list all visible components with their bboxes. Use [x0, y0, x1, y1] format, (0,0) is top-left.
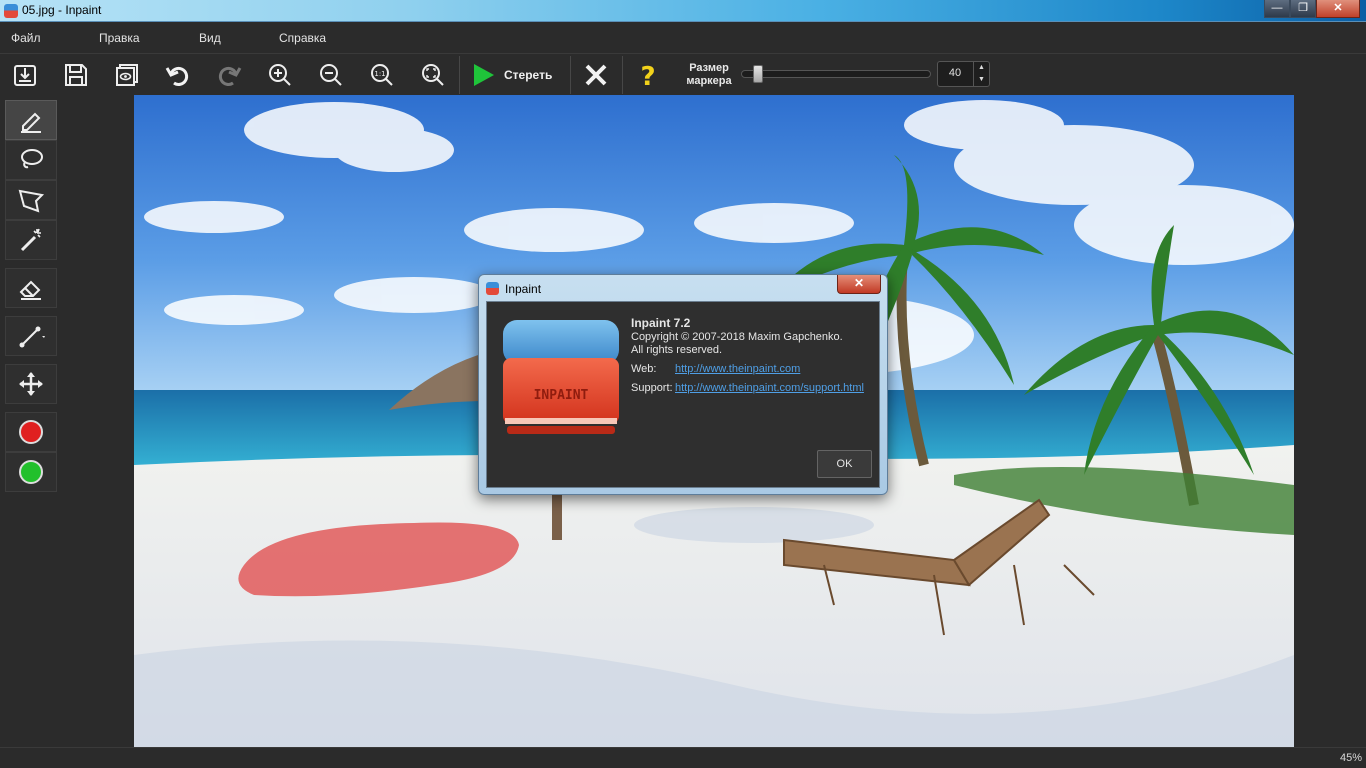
zoom-out-icon	[320, 64, 342, 86]
green-color-swatch	[19, 460, 43, 484]
zoom-actual-size-icon: 1:1	[371, 64, 393, 86]
logo-text: INPAINT	[533, 388, 589, 403]
move-arrows-icon	[19, 372, 43, 396]
cancel-button[interactable]	[579, 58, 613, 92]
close-button[interactable]: ✕	[1316, 0, 1360, 18]
web-link[interactable]: http://www.theinpaint.com	[675, 363, 800, 375]
undo-button[interactable]	[161, 58, 195, 92]
maximize-button[interactable]: ❐	[1290, 0, 1316, 18]
move-tool[interactable]	[5, 364, 57, 404]
copyright-text: Copyright © 2007-2018 Maxim Gapchenko.	[631, 331, 843, 343]
marker-tool[interactable]	[5, 100, 57, 140]
spin-arrows[interactable]: ▲ ▼	[973, 62, 989, 86]
menu-file[interactable]: Файл	[11, 31, 41, 45]
dialog-body: INPAINT Inpaint 7.2 Copyright © 2007-201…	[486, 301, 880, 488]
web-label: Web:	[631, 363, 657, 375]
zoom-out-button[interactable]	[314, 58, 348, 92]
product-name: Inpaint 7.2	[631, 316, 691, 330]
eraser-icon	[19, 280, 41, 300]
preview-button[interactable]	[110, 58, 144, 92]
redo-button[interactable]	[212, 58, 246, 92]
red-color-swatch	[19, 420, 43, 444]
green-mask-color[interactable]	[5, 452, 57, 492]
marker-size-slider[interactable]	[741, 65, 931, 83]
zoom-fit-icon	[422, 64, 444, 86]
line-icon	[19, 326, 45, 348]
title-bar: 05.jpg - Inpaint — ❐ ✕	[0, 0, 1366, 22]
pencil-icon	[21, 112, 41, 133]
svg-text:1:1: 1:1	[374, 70, 385, 78]
rights-text: All rights reserved.	[631, 344, 723, 356]
about-dialog: Inpaint ✕ INPAINT Inpaint 7.2 Copyright …	[478, 274, 888, 495]
minimize-button[interactable]: —	[1264, 0, 1290, 18]
zoom-actual-button[interactable]: 1:1	[365, 58, 399, 92]
dialog-title: Inpaint	[505, 282, 542, 296]
menu-bar: Файл Правка Вид Справка	[0, 23, 1366, 53]
marker-size-label-line1: Размер	[689, 62, 729, 74]
inpaint-logo	[503, 320, 619, 434]
marker-size-spinbox[interactable]: 40 ▲ ▼	[937, 61, 990, 87]
marker-size-label-line2: маркера	[686, 75, 732, 87]
ok-button[interactable]: OK	[817, 450, 872, 478]
help-button[interactable]: ?	[631, 58, 665, 92]
polygon-lasso-icon	[18, 189, 45, 213]
toolbar-separator	[459, 56, 460, 94]
erase-label: Стереть	[504, 68, 553, 82]
dialog-close-button[interactable]: ✕	[837, 275, 881, 294]
window-title: 05.jpg - Inpaint	[22, 3, 102, 17]
marker-size-value[interactable]: 40	[938, 67, 972, 79]
magic-wand-icon	[20, 228, 41, 252]
tool-panel	[0, 95, 62, 747]
polygon-lasso-tool[interactable]	[5, 180, 57, 220]
marker-size-label: Размер маркера	[682, 62, 736, 88]
dialog-app-icon	[486, 282, 499, 295]
menu-view[interactable]: Вид	[199, 31, 221, 45]
save-button[interactable]	[59, 58, 93, 92]
erase-button[interactable]: Стереть	[470, 58, 552, 92]
line-tool[interactable]	[5, 316, 57, 356]
spin-down-icon[interactable]: ▼	[974, 74, 989, 86]
magic-wand-tool[interactable]	[5, 220, 57, 260]
zoom-in-icon	[269, 64, 291, 86]
svg-text:?: ?	[640, 62, 655, 88]
menu-help[interactable]: Справка	[279, 31, 326, 45]
preview-icon	[116, 64, 138, 86]
slider-thumb[interactable]	[753, 65, 763, 83]
toolbar-separator	[622, 56, 623, 94]
zoom-fit-button[interactable]	[416, 58, 450, 92]
eraser-tool[interactable]	[5, 268, 57, 308]
undo-icon	[165, 67, 189, 86]
window-controls: — ❐ ✕	[1264, 0, 1360, 18]
cancel-x-icon	[585, 64, 607, 86]
menu-edit[interactable]: Правка	[99, 31, 140, 45]
open-icon	[14, 65, 36, 86]
spin-up-icon[interactable]: ▲	[974, 62, 989, 74]
toolbar-separator	[570, 56, 571, 94]
redo-icon	[218, 67, 242, 86]
toolbar: 1:1 Стереть ? Размер маркера 40 ▲ ▼	[0, 53, 1366, 95]
support-link[interactable]: http://www.theinpaint.com/support.html	[675, 382, 864, 394]
app-icon	[4, 4, 18, 18]
question-mark-icon: ?	[640, 62, 655, 88]
lasso-tool[interactable]	[5, 140, 57, 180]
open-button[interactable]	[8, 58, 42, 92]
red-mask-color[interactable]	[5, 412, 57, 452]
lasso-icon	[21, 149, 43, 169]
status-bar: 45%	[0, 747, 1366, 768]
play-icon	[474, 64, 494, 86]
zoom-level: 45%	[1339, 752, 1362, 764]
support-label: Support:	[631, 382, 673, 394]
zoom-in-button[interactable]	[263, 58, 297, 92]
save-icon	[65, 64, 87, 86]
